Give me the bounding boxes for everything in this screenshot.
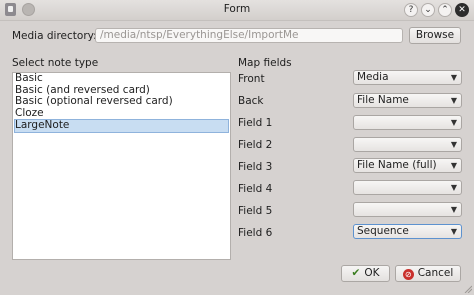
field-label-field-4: Field 4 <box>238 183 273 195</box>
media-directory-label: Media directory: <box>12 30 97 42</box>
close-icon[interactable]: ✕ <box>455 3 469 17</box>
list-item[interactable]: Basic <box>13 72 230 85</box>
chevron-down-icon: ▼ <box>450 118 457 127</box>
select-note-type-label: Select note type <box>12 57 99 69</box>
field-label-field-5: Field 5 <box>238 205 273 217</box>
chevron-down-icon: ▼ <box>450 73 457 82</box>
front-field-value: Media <box>357 71 389 83</box>
chevron-down-icon: ▼ <box>450 161 457 170</box>
chevron-down-icon: ▼ <box>450 227 457 236</box>
check-icon: ✔ <box>351 267 361 279</box>
field-label-field-6: Field 6 <box>238 227 273 239</box>
field-2-select[interactable]: ▼ <box>353 137 462 152</box>
browse-button[interactable]: Browse <box>409 27 461 44</box>
note-type-list[interactable]: Basic Basic (and reversed card) Basic (o… <box>12 72 231 260</box>
ok-button[interactable]: ✔ OK <box>341 265 390 282</box>
minimize-icon[interactable]: ⌄ <box>421 3 435 17</box>
back-field-select[interactable]: File Name ▼ <box>353 93 462 108</box>
field-label-field-1: Field 1 <box>238 117 273 129</box>
title-bar[interactable]: Form ? ⌄ ⌃ ✕ <box>0 0 474 21</box>
field-label-field-2: Field 2 <box>238 139 273 151</box>
field-6-value: Sequence <box>357 225 409 237</box>
resize-grip-icon[interactable] <box>464 285 472 293</box>
ok-label: OK <box>364 267 380 279</box>
chevron-down-icon: ▼ <box>450 205 457 214</box>
field-label-front: Front <box>238 73 265 85</box>
chevron-down-icon: ▼ <box>450 140 457 149</box>
list-item[interactable]: Basic (optional reversed card) <box>13 95 230 108</box>
cancel-icon: ⊘ <box>402 269 414 280</box>
field-label-back: Back <box>238 95 264 107</box>
chevron-down-icon: ▼ <box>450 96 457 105</box>
field-5-select[interactable]: ▼ <box>353 202 462 217</box>
field-3-select[interactable]: File Name (full) ▼ <box>353 158 462 173</box>
help-icon[interactable]: ? <box>404 3 418 17</box>
cancel-label: Cancel <box>417 267 454 279</box>
map-fields-label: Map fields <box>238 57 292 69</box>
cancel-button[interactable]: ⊘ Cancel <box>395 265 461 282</box>
field-label-field-3: Field 3 <box>238 161 273 173</box>
window-title: Form <box>223 3 251 15</box>
chevron-down-icon: ▼ <box>450 183 457 192</box>
list-item[interactable]: Cloze <box>13 107 230 120</box>
field-6-select[interactable]: Sequence ▼ <box>353 224 462 239</box>
field-4-select[interactable]: ▼ <box>353 180 462 195</box>
field-3-value: File Name (full) <box>357 159 437 171</box>
field-1-select[interactable]: ▼ <box>353 115 462 130</box>
back-field-value: File Name <box>357 94 409 106</box>
front-field-select[interactable]: Media ▼ <box>353 70 462 85</box>
maximize-icon[interactable]: ⌃ <box>438 3 452 17</box>
media-directory-field[interactable]: /media/ntsp/EverythingElse/ImportMe <box>95 28 403 43</box>
list-item-selected[interactable]: LargeNote <box>14 119 229 133</box>
